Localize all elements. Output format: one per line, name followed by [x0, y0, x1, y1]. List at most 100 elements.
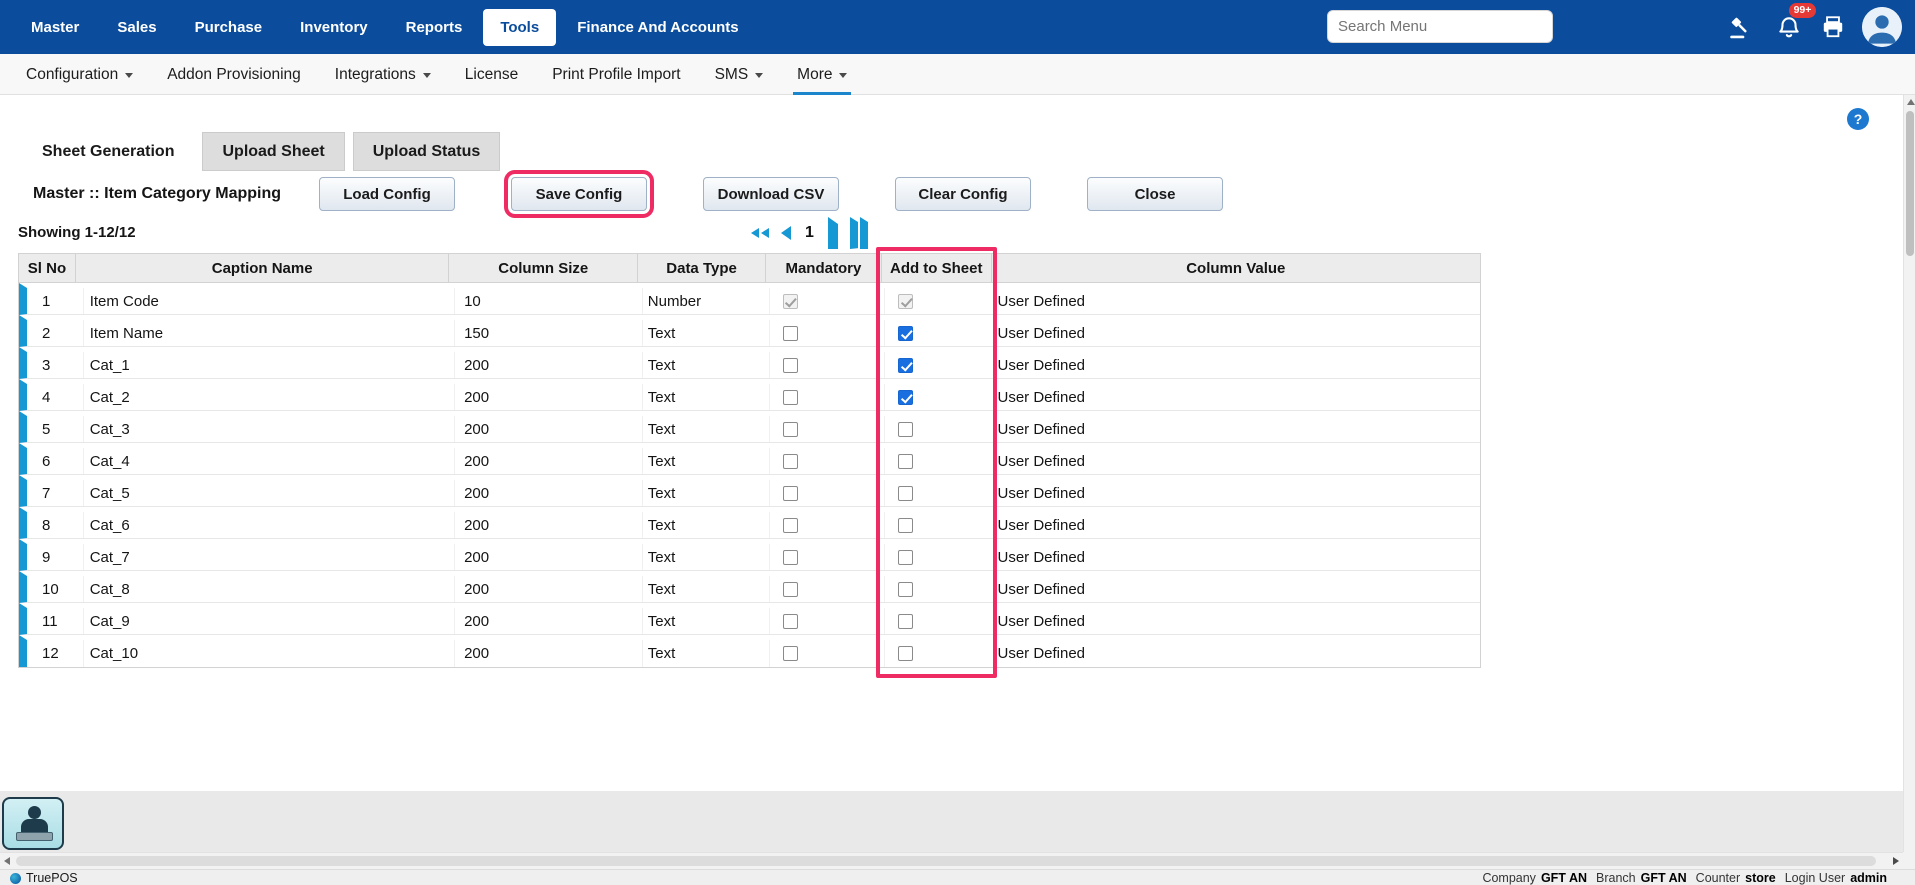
topnav-item-sales[interactable]: Sales: [100, 9, 173, 46]
cell-sl-no: 6: [27, 448, 84, 474]
mandatory-checkbox[interactable]: [783, 486, 798, 501]
clear-config-button[interactable]: Clear Config: [895, 177, 1031, 211]
mandatory-checkbox[interactable]: [783, 390, 798, 405]
cell-column-value: User Defined: [994, 448, 1480, 474]
cell-sl-no: 5: [27, 416, 84, 442]
mandatory-checkbox[interactable]: [783, 614, 798, 629]
add-to-sheet-checkbox[interactable]: [898, 518, 913, 533]
mandatory-checkbox[interactable]: [783, 518, 798, 533]
mandatory-checkbox[interactable]: [783, 326, 798, 341]
add-to-sheet-checkbox[interactable]: [898, 358, 913, 373]
table-row: 12Cat_10200TextUser Defined: [19, 635, 1480, 667]
subnav-item-addon-provisioning[interactable]: Addon Provisioning: [167, 54, 301, 95]
table-row: 7Cat_5200TextUser Defined: [19, 475, 1480, 507]
truepos-mascot-icon[interactable]: [2, 797, 64, 850]
topnav-item-master[interactable]: Master: [14, 9, 96, 46]
add-to-sheet-checkbox[interactable]: [898, 614, 913, 629]
cell-data-type: Text: [643, 512, 770, 538]
horizontal-scrollbar[interactable]: [0, 852, 1903, 869]
add-to-sheet-checkbox[interactable]: [898, 326, 913, 341]
double-left-arrow-icon: [751, 228, 759, 238]
cell-column-value: User Defined: [994, 544, 1480, 570]
subnav-item-sms[interactable]: SMS: [715, 54, 764, 95]
scrollbar-corner: [1903, 852, 1915, 869]
subnav-items: Configuration Addon Provisioning Integrati…: [26, 54, 881, 95]
prev-page-button[interactable]: [781, 226, 791, 240]
vertical-scrollbar-thumb[interactable]: [1906, 111, 1914, 256]
cell-mandatory: [770, 544, 885, 570]
cell-mandatory: [770, 416, 885, 442]
save-config-button[interactable]: Save Config: [511, 177, 647, 211]
cell-add-to-sheet: [885, 480, 994, 506]
mandatory-checkbox[interactable]: [783, 454, 798, 469]
column-header-add-to-sheet: Add to Sheet: [882, 254, 992, 282]
topnav-item-purchase[interactable]: Purchase: [178, 9, 280, 46]
subnav-item-print-profile-import[interactable]: Print Profile Import: [552, 54, 680, 95]
cell-column-value: User Defined: [994, 320, 1480, 346]
search-input[interactable]: [1327, 10, 1553, 43]
topnav-item-inventory[interactable]: Inventory: [283, 9, 385, 46]
top-navbar: MasterSalesPurchaseInventoryReportsTools…: [0, 0, 1915, 54]
mandatory-checkbox[interactable]: [783, 358, 798, 373]
topnav-item-reports[interactable]: Reports: [389, 9, 480, 46]
cell-column-size: 200: [455, 512, 643, 538]
subnav-item-configuration[interactable]: Configuration: [26, 54, 133, 95]
auction-gavel-icon[interactable]: [1727, 14, 1753, 40]
footer-field-label-company: Company: [1482, 871, 1536, 885]
pagination: 1: [751, 220, 868, 246]
add-to-sheet-checkbox[interactable]: [898, 454, 913, 469]
tab-sheet-generation[interactable]: Sheet Generation: [22, 132, 194, 171]
tab-upload-sheet[interactable]: Upload Sheet: [202, 132, 344, 171]
add-to-sheet-checkbox[interactable]: [898, 582, 913, 597]
first-page-button[interactable]: [751, 228, 769, 238]
footer-brand: TruePOS: [10, 870, 78, 885]
add-to-sheet-checkbox[interactable]: [898, 646, 913, 661]
subnav-item-more[interactable]: More: [797, 54, 847, 95]
subnav-item-integrations[interactable]: Integrations: [335, 54, 431, 95]
topnav-items: MasterSalesPurchaseInventoryReportsTools…: [14, 0, 756, 54]
download-csv-button[interactable]: Download CSV: [703, 177, 839, 211]
cell-column-value: User Defined: [994, 384, 1480, 410]
mandatory-checkbox[interactable]: [783, 550, 798, 565]
current-page-number[interactable]: 1: [803, 224, 816, 242]
cell-caption: Cat_10: [84, 640, 455, 667]
mandatory-checkbox[interactable]: [783, 422, 798, 437]
cell-column-size: 200: [455, 608, 643, 634]
close-button[interactable]: Close: [1087, 177, 1223, 211]
help-button[interactable]: ?: [1847, 108, 1869, 130]
scroll-up-arrow-icon[interactable]: [1907, 99, 1915, 105]
add-to-sheet-checkbox[interactable]: [898, 486, 913, 501]
scroll-right-arrow-icon[interactable]: [1893, 857, 1899, 865]
add-to-sheet-checkbox[interactable]: [898, 422, 913, 437]
cell-column-value: User Defined: [994, 640, 1480, 667]
scroll-left-arrow-icon[interactable]: [4, 857, 10, 865]
topnav-item-tools[interactable]: Tools: [483, 9, 556, 46]
mandatory-checkbox[interactable]: [783, 582, 798, 597]
load-config-button[interactable]: Load Config: [319, 177, 455, 211]
mandatory-checkbox: [783, 294, 798, 309]
mascot-body: [21, 819, 48, 833]
cell-add-to-sheet: [885, 384, 994, 410]
add-to-sheet-checkbox[interactable]: [898, 390, 913, 405]
cell-column-value: User Defined: [994, 352, 1480, 378]
next-page-button[interactable]: [828, 217, 838, 249]
horizontal-scrollbar-thumb[interactable]: [16, 856, 1876, 866]
subnav-item-license[interactable]: License: [465, 54, 518, 95]
last-page-button[interactable]: [850, 217, 868, 249]
status-bar: TruePOS CompanyGFT ANBranchGFT ANCounter…: [0, 869, 1915, 885]
table-row: 9Cat_7200TextUser Defined: [19, 539, 1480, 571]
cell-caption: Cat_8: [84, 576, 455, 602]
table-body: 1Item Code10NumberUser Defined2Item Name…: [19, 283, 1480, 667]
cell-add-to-sheet: [885, 352, 994, 378]
tab-upload-status[interactable]: Upload Status: [353, 132, 501, 171]
mascot-laptop: [16, 832, 53, 841]
user-avatar-icon: [1862, 7, 1902, 47]
cell-data-type: Text: [643, 544, 770, 570]
topnav-item-finance-and-accounts[interactable]: Finance And Accounts: [560, 9, 755, 46]
mandatory-checkbox[interactable]: [783, 646, 798, 661]
cell-mandatory: [770, 576, 885, 602]
printer-icon[interactable]: [1820, 14, 1846, 40]
vertical-scrollbar[interactable]: [1903, 95, 1915, 869]
user-avatar[interactable]: [1862, 7, 1902, 47]
add-to-sheet-checkbox[interactable]: [898, 550, 913, 565]
